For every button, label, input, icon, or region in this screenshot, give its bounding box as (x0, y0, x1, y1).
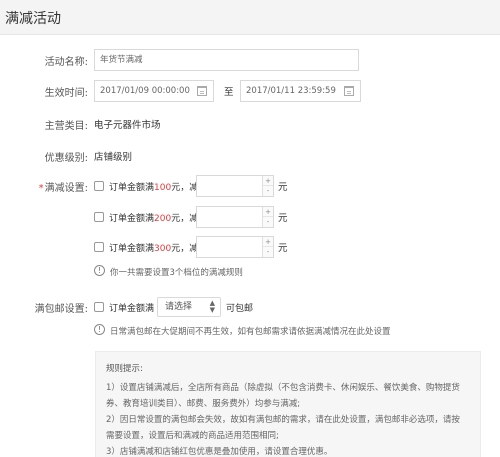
info-icon: ! (94, 324, 105, 335)
discount-rule-text: 订单金额满200元，减 (109, 214, 199, 224)
free-shipping-checkbox[interactable] (94, 302, 104, 312)
free-shipping-prefix: 订单金额满 (109, 304, 155, 314)
select-arrows-icon: ▲ ▼ (209, 299, 215, 314)
discount-rule-checkbox[interactable] (94, 212, 104, 222)
tips-line: 需要设置，设置后和满减的商品适用范围相同; (106, 431, 279, 441)
discount-unit: 元 (278, 243, 288, 254)
end-time-input[interactable]: 2017/01/11 23:59:59 (240, 80, 361, 102)
tips-line: 1）设置店铺满减后，全店所有商品（除虚拟（不包含消费卡、休闲娱乐、餐饮美食、购物… (106, 383, 460, 393)
decrement-button[interactable]: - (263, 186, 273, 196)
stepper: + - (262, 237, 273, 257)
time-separator: 至 (224, 87, 234, 98)
start-time-input[interactable]: 2017/01/09 00:00:00 (94, 80, 214, 102)
tips-title: 规则提示: (106, 364, 143, 374)
free-shipping-row: 满包邮设置: 订单金额满 请选择 ▲ ▼ 可包邮 (0, 296, 500, 318)
discount-note: 你一共需要设置3个档位的满减规则 (110, 268, 243, 278)
discount-rule-row: 订单金额满200元，减 + - 元 (0, 206, 500, 228)
tips-line: 2）因日常设置的满包邮会失效，故如有满包邮的需求，请在此处设置，满包邮非必选项，… (106, 415, 460, 425)
stepper: + - (262, 176, 273, 196)
activity-name-label: 活动名称: (44, 57, 88, 68)
level-value: 店铺级别 (94, 152, 133, 163)
discount-rule-row: *满减设置: 订单金额满100元，减 + - 元 (0, 175, 500, 197)
free-shipping-suffix: 可包邮 (226, 304, 254, 314)
free-shipping-select[interactable]: 请选择 ▲ ▼ (157, 297, 221, 317)
activity-name-input[interactable]: 年货节满减 (94, 49, 359, 71)
discount-label: *满减设置: (38, 183, 88, 194)
select-value: 请选择 (165, 302, 193, 312)
page-title: 满减活动 (5, 11, 61, 27)
stepper: + - (262, 207, 273, 227)
required-mark: * (38, 183, 44, 194)
rules-tips-box: 规则提示: 1）设置店铺满减后，全店所有商品（除虚拟（不包含消费卡、休闲娱乐、餐… (95, 351, 481, 457)
effective-time-row: 生效时间: 2017/01/09 00:00:00 至 2017/01/11 2… (0, 80, 500, 102)
discount-unit: 元 (278, 182, 288, 193)
decrement-button[interactable]: - (263, 247, 273, 257)
discount-unit: 元 (278, 213, 288, 224)
calendar-icon[interactable] (344, 86, 354, 96)
info-icon: ! (94, 265, 105, 276)
discount-rule-checkbox[interactable] (94, 181, 104, 191)
category-value: 电子元器件市场 (94, 120, 161, 131)
activity-name-row: 活动名称: 年货节满减 (0, 49, 500, 71)
discount-amount-input[interactable]: + - (196, 206, 274, 228)
free-shipping-label: 满包邮设置: (34, 304, 88, 315)
category-label: 主营类目: (44, 121, 88, 132)
discount-rule-text: 订单金额满300元，减 (109, 244, 199, 254)
increment-button[interactable]: + (263, 207, 273, 217)
calendar-icon[interactable] (197, 86, 207, 96)
level-label: 优惠级别: (44, 153, 88, 164)
discount-rule-checkbox[interactable] (94, 242, 104, 252)
level-row: 优惠级别: 店铺级别 (0, 145, 500, 167)
discount-rule-row: 订单金额满300元，减 + - 元 (0, 236, 500, 258)
increment-button[interactable]: + (263, 176, 273, 186)
tips-line: 券、教育培训类目）、邮费、服务费外）均参与满减; (106, 399, 301, 409)
decrement-button[interactable]: - (263, 217, 273, 227)
start-time-value: 2017/01/09 00:00:00 (100, 86, 190, 96)
tips-line: 3）店铺满减和店铺红包优惠是叠加使用，请设置合理优惠。 (106, 447, 333, 457)
end-time-value: 2017/01/11 23:59:59 (246, 86, 336, 96)
free-shipping-note: 日常满包邮在大促期间不再生效，如有包邮需求请依据满减情况在此处设置 (110, 327, 391, 337)
increment-button[interactable]: + (263, 237, 273, 247)
discount-amount-input[interactable]: + - (196, 236, 274, 258)
category-row: 主营类目: 电子元器件市场 (0, 113, 500, 135)
effective-time-label: 生效时间: (44, 88, 88, 99)
discount-amount-input[interactable]: + - (196, 175, 274, 197)
page-header: 满减活动 (0, 0, 500, 35)
discount-rule-text: 订单金额满100元，减 (109, 183, 199, 193)
